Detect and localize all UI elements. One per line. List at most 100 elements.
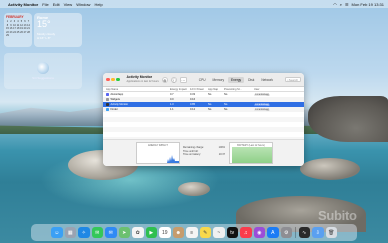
window-subtitle: Applications in last 12 hours <box>126 79 159 83</box>
music-icon[interactable]: ♫ <box>240 226 252 239</box>
appletv-icon[interactable]: tv <box>226 226 238 239</box>
row-power: 0.33 <box>190 93 196 96</box>
safari-icon[interactable]: ✧ <box>78 226 90 239</box>
col-preventing-sleep[interactable]: Preventing Sl... <box>224 88 254 91</box>
menu-help[interactable]: Help <box>94 2 102 7</box>
close-button[interactable] <box>106 77 110 82</box>
wallpaper-rocks <box>308 96 388 142</box>
siri-widget[interactable]: Siri Suggestions <box>4 53 82 89</box>
messages-icon[interactable]: ✉ <box>91 226 103 239</box>
row-name: discordapp <box>106 93 170 96</box>
row-name-text: discordapp <box>110 93 124 96</box>
photos-icon[interactable]: ✿ <box>132 226 144 239</box>
more-button[interactable]: ⋯ <box>179 76 187 83</box>
subito-watermark: Subito <box>318 208 357 223</box>
row-app-nap: No <box>208 108 212 111</box>
row-name-text: Activity Monitor <box>110 103 129 106</box>
weather-temp: 15° <box>37 19 51 29</box>
tab-disk[interactable]: Disk <box>245 77 257 83</box>
wallpaper-boulder <box>178 182 210 196</box>
widgets-icon <box>106 98 109 101</box>
menu-app-name[interactable]: Activity Monitor <box>8 2 38 7</box>
row-user: mrcarlosbagg <box>254 108 270 111</box>
stop-process-button[interactable]: ⊗ <box>161 76 168 83</box>
activity-monitor-window[interactable]: Activity Monitor Applications in last 12… <box>103 73 304 166</box>
row-power: 0.12 <box>190 108 196 111</box>
row-app-nap: No <box>208 103 212 106</box>
col-12hr-power[interactable]: 12 hr Power <box>190 88 208 91</box>
tab-energy[interactable]: Energy <box>228 76 245 83</box>
col-energy-impact[interactable]: Energy Impact <box>170 88 190 91</box>
row-name-text: Finder <box>110 108 118 111</box>
row-name: Finder <box>106 108 170 111</box>
weather-widget[interactable]: Rome 15° Mostly cloudy H:16° L:8° <box>34 13 82 47</box>
menu-edit[interactable]: Edit <box>53 2 60 7</box>
tab-memory[interactable]: Memory <box>210 77 228 83</box>
row-name: Activity Monitor <box>106 103 170 106</box>
window-titlebar[interactable]: Activity Monitor Applications in last 12… <box>103 73 304 87</box>
finder-icon[interactable]: ☺ <box>51 226 63 239</box>
tab-network[interactable]: Network <box>258 77 276 83</box>
minimize-button[interactable] <box>111 77 115 82</box>
col-user[interactable]: User <box>254 88 287 91</box>
stat-label: Time on battery: <box>183 153 201 157</box>
menu-file[interactable]: File <box>42 2 48 7</box>
tab-cpu[interactable]: CPU <box>196 77 209 83</box>
calendar-month: FEBRUARY <box>6 15 24 19</box>
notes-icon[interactable]: ✎ <box>199 226 211 239</box>
battery-graph-box: BATTERY (Last 12 hours) <box>229 142 273 164</box>
weather-high-low: H:16° L:8° <box>37 36 51 40</box>
maps-icon[interactable]: ➤ <box>118 226 130 239</box>
dock-separator <box>295 227 296 238</box>
wallpaper-boulder <box>300 158 360 180</box>
row-energy: 1.1 <box>170 108 174 111</box>
siri-icon <box>37 62 49 74</box>
col-app-nap[interactable]: App Nap <box>208 88 224 91</box>
window-controls <box>106 77 120 82</box>
tab-bar: CPU Memory Energy Disk Network <box>196 76 276 83</box>
battery-level-fill <box>232 147 272 163</box>
menu-window[interactable]: Window <box>76 2 90 7</box>
podcasts-icon[interactable]: ◉ <box>253 226 265 239</box>
mail-icon[interactable]: ✉ <box>105 226 117 239</box>
row-power: 0.16 <box>190 98 196 101</box>
table-empty-area <box>103 112 304 141</box>
energy-graph-line <box>139 155 179 163</box>
zoom-button[interactable] <box>116 77 120 82</box>
facetime-icon[interactable]: ▶ <box>145 226 157 239</box>
reminders-icon[interactable]: ≡ <box>186 226 198 239</box>
appstore-icon[interactable]: A <box>267 226 279 239</box>
trash-icon[interactable]: 🗑 <box>325 226 337 239</box>
row-name: Widgets <box>106 98 170 101</box>
row-energy: 1.3 <box>170 103 174 106</box>
search-field[interactable]: ⌕ Search <box>285 77 301 82</box>
search-placeholder: Search <box>288 77 299 82</box>
menu-clock[interactable]: Mon Feb 19 13:31 <box>352 2 384 7</box>
search-icon[interactable]: ⌕ <box>340 2 342 7</box>
battery-stats: Remaining charge: 100% Time until full: T… <box>183 146 225 157</box>
activity-monitor-icon <box>106 103 109 106</box>
energy-summary-pane: ENERGY IMPACT Remaining charge: 100% Time… <box>103 139 304 166</box>
row-app-nap: No <box>208 93 212 96</box>
activity-monitor-dock-icon[interactable]: ∿ <box>298 226 310 239</box>
calendar-widget[interactable]: FEBRUARY 1 2 3 4 5 6 7 8 9 10 11 12 13 14 15 16 17 18 19 20… <box>4 13 32 47</box>
wifi-icon[interactable]: ◠ <box>333 2 337 7</box>
calendar-day: 28 <box>27 30 30 34</box>
calendar-day: 29 <box>6 34 9 37</box>
col-app-name[interactable]: App Name <box>106 88 170 91</box>
control-center-icon[interactable]: ☰ <box>345 2 349 7</box>
menu-view[interactable]: View <box>64 2 73 7</box>
row-preventing: No <box>224 108 228 111</box>
contacts-icon[interactable]: ☻ <box>172 226 184 239</box>
calendar-days: 1 2 3 4 5 6 7 8 9 10 11 12 13 14 15 16 17 18 19 20 21 22 23 24 2… <box>6 20 30 37</box>
freeform-icon[interactable]: ~ <box>213 226 225 239</box>
info-button[interactable]: ⓘ <box>170 76 177 83</box>
menu-bar-status: ◠ ⌕ ☰ Mon Feb 19 13:31 <box>333 2 384 7</box>
siri-caption: Siri Suggestions <box>32 76 54 80</box>
settings-icon[interactable]: ⚙ <box>280 226 292 239</box>
calendar-icon[interactable]: 19 <box>159 226 171 239</box>
launchpad-icon[interactable]: ▦ <box>64 226 76 239</box>
downloads-icon[interactable]: ⇩ <box>312 226 324 239</box>
stat-value: 100% <box>218 146 225 149</box>
energy-impact-graph <box>139 155 179 163</box>
